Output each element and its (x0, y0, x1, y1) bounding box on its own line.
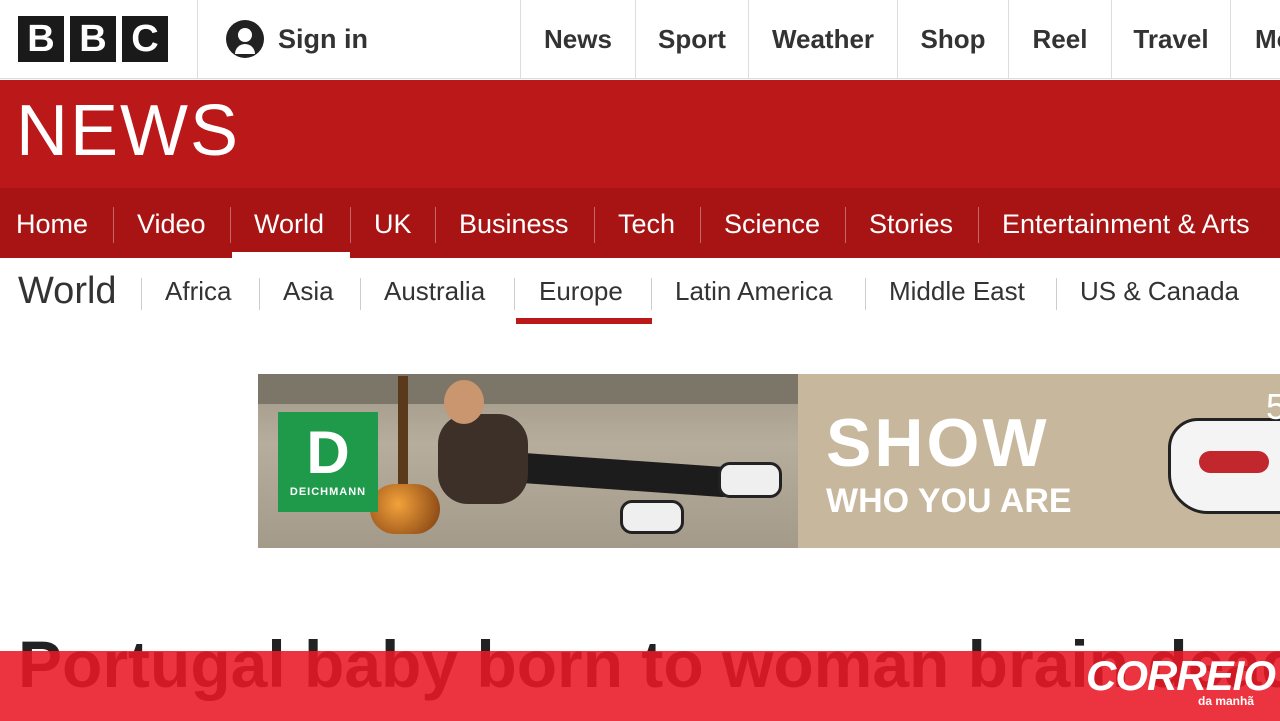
subnav-latin-america[interactable]: Latin America (675, 276, 833, 307)
subnav-separator (360, 278, 361, 310)
subnav-us-canada[interactable]: US & Canada (1080, 276, 1239, 307)
global-nav-reel[interactable]: Reel (1008, 0, 1111, 78)
nav-video[interactable]: Video (137, 188, 206, 258)
bbc-logo-letter: B (18, 16, 64, 62)
bbc-logo[interactable]: B B C (18, 16, 168, 62)
bbc-logo-letter: C (122, 16, 168, 62)
sneaker-product-image (1168, 418, 1280, 514)
subnav-separator (514, 278, 515, 310)
nav-separator (435, 207, 436, 243)
ad-photo-wall (258, 374, 798, 404)
sneaker-image (718, 462, 782, 498)
nav-separator (350, 207, 351, 243)
subnav-active-indicator (516, 318, 652, 324)
nav-home[interactable]: Home (16, 188, 88, 258)
deichmann-logo-name: DEICHMANN (289, 486, 367, 498)
nav-science[interactable]: Science (724, 188, 820, 258)
news-logo[interactable]: NEWS (16, 90, 240, 172)
guitar-neck (398, 376, 408, 494)
subnav-europe[interactable]: Europe (539, 276, 623, 307)
nav-separator (230, 207, 231, 243)
ad-corner-text: 5 (1266, 386, 1280, 427)
correio-logo: CORREIO (1086, 652, 1276, 699)
signin-label: Sign in (278, 23, 368, 54)
subnav-separator (865, 278, 866, 310)
nav-separator (113, 207, 114, 243)
subnav-separator (141, 278, 142, 310)
nav-business[interactable]: Business (459, 188, 569, 258)
ad-tagline: WHO YOU ARE (826, 482, 1072, 520)
subnav-separator (259, 278, 260, 310)
user-icon (226, 20, 264, 58)
signin-button[interactable]: Sign in (226, 20, 368, 58)
global-nav-shop[interactable]: Shop (897, 0, 1008, 78)
global-nav-weather[interactable]: Weather (748, 0, 897, 78)
advertisement-banner[interactable]: D DEICHMANN SHOW WHO YOU ARE 5 (258, 374, 1280, 548)
correio-logo-sub: da manhã (1198, 694, 1255, 708)
subnav-africa[interactable]: Africa (165, 276, 231, 307)
nav-separator (978, 207, 979, 243)
nav-active-indicator (232, 252, 350, 258)
subnav-separator (1056, 278, 1057, 310)
nav-uk[interactable]: UK (374, 188, 412, 258)
subnav-title: World (18, 270, 117, 312)
sneaker-image (620, 500, 684, 534)
model-body (438, 414, 528, 504)
ad-headline: SHOW (826, 405, 1050, 481)
nav-separator (700, 207, 701, 243)
global-nav-news[interactable]: News (520, 0, 635, 78)
global-nav-sport[interactable]: Sport (635, 0, 748, 78)
bbc-logo-letter: B (70, 16, 116, 62)
subnav-separator (651, 278, 652, 310)
nav-separator (845, 207, 846, 243)
nav-separator (594, 207, 595, 243)
global-nav-more[interactable]: Mo (1230, 0, 1280, 78)
model-head (444, 380, 484, 424)
deichmann-logo: D DEICHMANN (278, 412, 378, 512)
nav-entertainment-arts[interactable]: Entertainment & Arts (1002, 188, 1250, 258)
subnav-asia[interactable]: Asia (283, 276, 334, 307)
nav-stories[interactable]: Stories (869, 188, 953, 258)
subnav-australia[interactable]: Australia (384, 276, 485, 307)
header-divider (197, 0, 198, 78)
guitar-body (370, 484, 440, 534)
subnav-middle-east[interactable]: Middle East (889, 276, 1025, 307)
nav-world[interactable]: World (254, 188, 324, 258)
nav-tech[interactable]: Tech (618, 188, 675, 258)
deichmann-logo-letter: D (306, 419, 350, 486)
global-nav-travel[interactable]: Travel (1111, 0, 1230, 78)
